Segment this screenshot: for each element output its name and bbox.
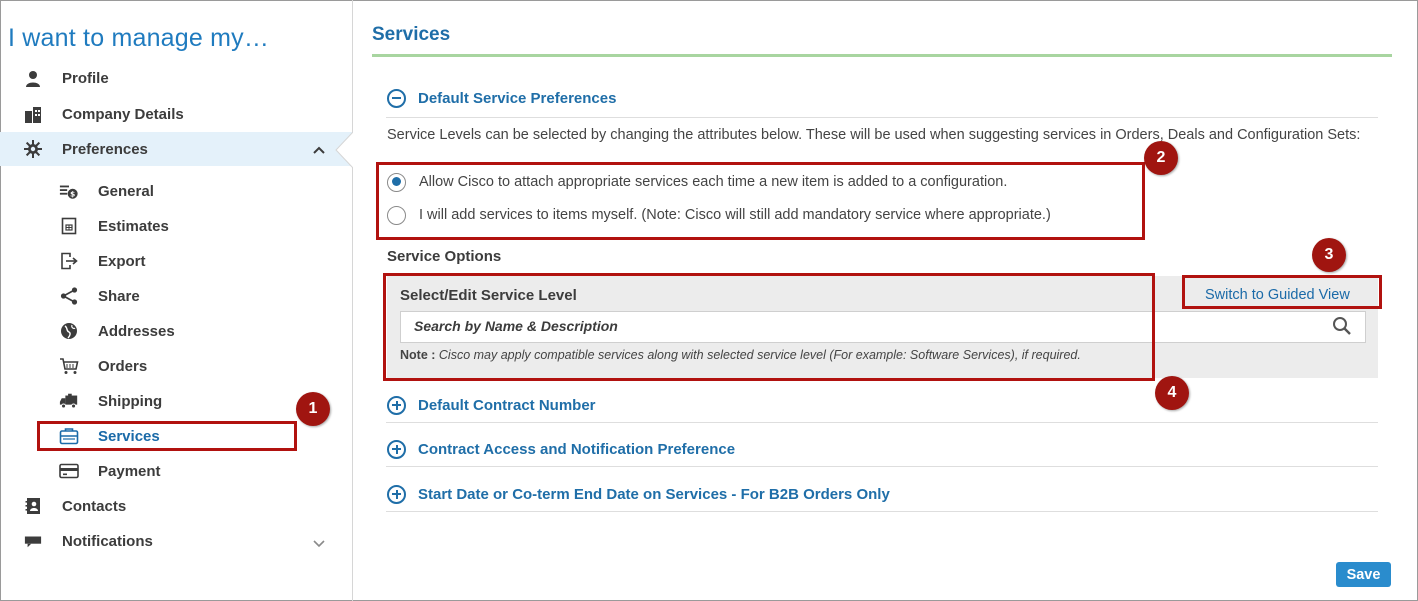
section-heading: Default Contract Number <box>418 396 596 414</box>
sidebar-item-label: Contacts <box>62 497 127 515</box>
callout-badge-1: 1 <box>296 392 330 426</box>
callout-badge-4: 4 <box>1155 376 1189 410</box>
title-divider <box>372 54 1392 57</box>
section-default-contract-number[interactable]: Default Contract Number <box>387 393 596 417</box>
callout-box-1 <box>37 421 297 451</box>
cart-icon <box>59 356 79 376</box>
sidebar-item-label: Payment <box>98 462 161 480</box>
active-notch <box>335 132 361 168</box>
chevron-down-icon <box>312 536 326 553</box>
divider <box>386 422 1378 423</box>
sidebar-item-label: Addresses <box>98 322 175 340</box>
section-heading: Start Date or Co-term End Date on Servic… <box>418 485 890 503</box>
sidebar: I want to manage my… Profile Company Det… <box>0 0 361 601</box>
service-options-heading: Service Options <box>387 248 502 265</box>
message-icon <box>24 532 42 550</box>
general-settings-icon: $ <box>59 181 79 201</box>
sidebar-item-label: Notifications <box>62 532 153 550</box>
sidebar-subitem-orders[interactable]: Orders <box>0 349 352 383</box>
section-heading: Contract Access and Notification Prefere… <box>418 440 736 458</box>
sidebar-item-label: Shipping <box>98 392 163 410</box>
buildings-icon <box>24 105 42 123</box>
sidebar-item-contacts[interactable]: Contacts <box>0 489 352 523</box>
save-button[interactable]: Save <box>1336 562 1391 587</box>
callout-box-4 <box>383 273 1155 381</box>
collapse-circle-icon <box>387 88 406 108</box>
sidebar-item-label: Estimates <box>98 217 169 235</box>
divider <box>386 511 1378 512</box>
page-title: Services <box>372 24 451 45</box>
svg-text:$: $ <box>70 189 75 198</box>
sidebar-item-label: Share <box>98 287 140 305</box>
expand-circle-icon <box>387 395 406 415</box>
truck-icon <box>59 391 79 411</box>
sidebar-item-label: Company Details <box>62 105 184 123</box>
person-icon <box>24 69 42 87</box>
callout-badge-2: 2 <box>1144 141 1178 175</box>
sidebar-title: I want to manage my… <box>8 24 270 52</box>
section-start-date-coterm[interactable]: Start Date or Co-term End Date on Servic… <box>387 482 890 506</box>
sidebar-item-label: Profile <box>62 69 109 87</box>
chevron-up-icon <box>312 142 326 159</box>
sidebar-item-notifications[interactable]: Notifications <box>0 524 352 558</box>
sidebar-item-profile[interactable]: Profile <box>0 61 352 95</box>
callout-box-3 <box>1182 275 1382 309</box>
globe-icon <box>59 321 79 341</box>
callout-box-2 <box>376 162 1145 240</box>
sidebar-item-label: Orders <box>98 357 148 375</box>
sidebar-subitem-export[interactable]: Export <box>0 244 352 278</box>
section-default-service-preferences[interactable]: Default Service Preferences <box>387 86 616 110</box>
address-book-icon <box>24 497 42 515</box>
sidebar-item-label: Export <box>98 252 146 270</box>
sidebar-subitem-general[interactable]: $ General <box>0 174 352 208</box>
card-icon <box>59 461 79 481</box>
gear-icon <box>24 140 42 158</box>
export-icon <box>59 251 79 271</box>
sidebar-subitem-share[interactable]: Share <box>0 279 352 313</box>
sidebar-subitem-addresses[interactable]: Addresses <box>0 314 352 348</box>
estimate-doc-icon <box>59 216 79 236</box>
sidebar-item-label: General <box>98 182 154 200</box>
expand-circle-icon <box>387 484 406 504</box>
divider <box>386 466 1378 467</box>
sidebar-subitem-estimates[interactable]: Estimates <box>0 209 352 243</box>
sidebar-item-company-details[interactable]: Company Details <box>0 97 352 131</box>
share-icon <box>59 286 79 306</box>
sidebar-subitem-payment[interactable]: Payment <box>0 454 352 488</box>
section-heading: Default Service Preferences <box>418 89 617 107</box>
service-levels-description: Service Levels can be selected by changi… <box>387 127 1361 143</box>
sidebar-item-label: Preferences <box>62 140 148 158</box>
divider <box>386 117 1378 118</box>
sidebar-item-preferences[interactable]: Preferences <box>0 132 352 166</box>
callout-badge-3: 3 <box>1312 238 1346 272</box>
section-contract-access-notification[interactable]: Contract Access and Notification Prefere… <box>387 437 735 461</box>
expand-circle-icon <box>387 439 406 459</box>
search-icon[interactable] <box>1332 316 1352 336</box>
